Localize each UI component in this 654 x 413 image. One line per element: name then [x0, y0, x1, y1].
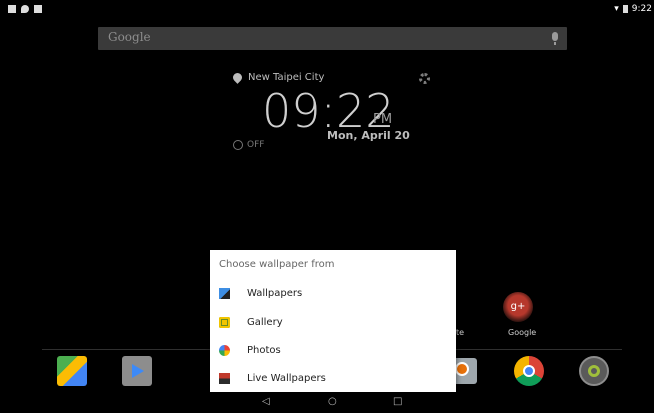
- microphone-icon[interactable]: [552, 32, 558, 45]
- option-label: Gallery: [247, 316, 283, 328]
- photos-icon: [219, 344, 230, 356]
- wallpaper-chooser-dialog: Choose wallpaper from Wallpapers Gallery…: [210, 250, 456, 392]
- back-button[interactable]: ◁: [262, 396, 270, 407]
- wallpapers-icon: [219, 287, 230, 299]
- wifi-icon: ▾: [614, 4, 619, 14]
- settings-icon[interactable]: [579, 356, 609, 386]
- option-label: Photos: [247, 344, 281, 356]
- option-label: Live Wallpapers: [247, 372, 326, 384]
- partial-app-label: te: [456, 328, 465, 337]
- option-photos[interactable]: Photos: [210, 336, 456, 364]
- recents-button[interactable]: □: [393, 396, 402, 407]
- option-gallery[interactable]: Gallery: [210, 308, 456, 336]
- status-bar: ▾ 9:22: [0, 0, 654, 22]
- option-label: Wallpapers: [247, 287, 303, 299]
- clock-location[interactable]: New Taipei City: [231, 71, 325, 84]
- location-notification-icon: [21, 5, 29, 13]
- google-plus-icon[interactable]: g+: [503, 292, 533, 322]
- notification-icons: [8, 5, 42, 13]
- live-wallpapers-icon: [219, 372, 230, 384]
- gallery-notification-icon: [34, 5, 42, 13]
- google-folder-label: Google: [508, 328, 537, 337]
- location-pin-icon: [231, 71, 244, 84]
- google-search-bar[interactable]: Google: [98, 27, 567, 50]
- home-button[interactable]: ○: [328, 396, 337, 407]
- option-live-wallpapers[interactable]: Live Wallpapers: [210, 364, 456, 392]
- gallery-icon: [219, 316, 230, 328]
- clock-date: Mon, April 20: [327, 129, 410, 142]
- play-store-icon[interactable]: [122, 356, 152, 386]
- alarm-label: OFF: [247, 140, 265, 150]
- maps-icon[interactable]: [57, 356, 87, 386]
- clock-settings-icon[interactable]: [419, 73, 430, 84]
- navigation-bar: ◁ ○ □: [0, 392, 654, 413]
- dialog-title: Choose wallpaper from: [219, 259, 335, 270]
- chrome-icon[interactable]: [514, 356, 544, 386]
- option-wallpapers[interactable]: Wallpapers: [210, 279, 456, 307]
- battery-icon: [622, 5, 628, 13]
- screenshot-notification-icon: [8, 5, 16, 13]
- alarm-status[interactable]: OFF: [233, 140, 264, 150]
- alarm-off-icon: [233, 140, 243, 150]
- status-time: 9:22: [631, 4, 652, 14]
- location-label: New Taipei City: [248, 72, 325, 83]
- system-icons: ▾ 9:22: [614, 4, 652, 14]
- clock-ampm: PM: [373, 112, 393, 127]
- google-logo: Google: [108, 30, 151, 44]
